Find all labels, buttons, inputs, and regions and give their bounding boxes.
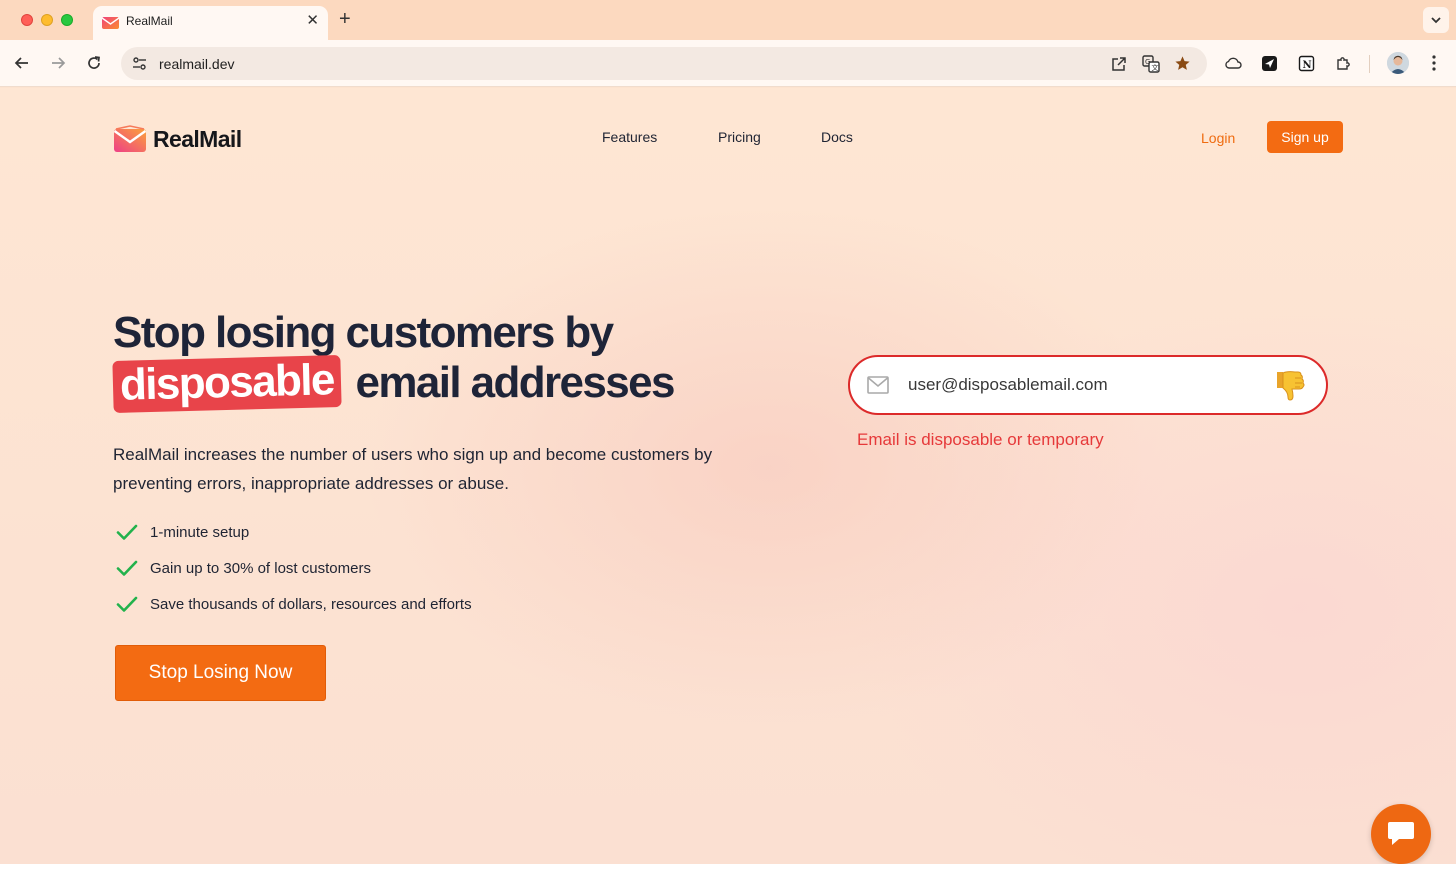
nav-pricing-link[interactable]: Pricing xyxy=(718,129,761,145)
headline-line-1: Stop losing customers by xyxy=(113,308,614,357)
site-settings-icon[interactable] xyxy=(129,53,150,74)
url-text: realmail.dev xyxy=(159,56,235,72)
benefit-list: 1-minute setup Gain up to 30% of lost cu… xyxy=(115,514,472,622)
tab-close-icon[interactable]: ✕ xyxy=(306,12,319,30)
chevron-down-icon xyxy=(1431,17,1441,24)
close-window-button[interactable] xyxy=(21,14,33,26)
extensions-puzzle-icon[interactable] xyxy=(1332,52,1354,74)
svg-text:文: 文 xyxy=(1151,63,1158,72)
thumbs-down-icon xyxy=(1277,371,1305,401)
page-content: RealMail Features Pricing Docs Login Sig… xyxy=(0,88,1456,864)
login-link[interactable]: Login xyxy=(1201,130,1235,146)
signup-button[interactable]: Sign up xyxy=(1267,121,1343,153)
browser-tab-realmail[interactable]: RealMail ✕ xyxy=(93,6,328,40)
brand-name: RealMail xyxy=(153,125,242,152)
cloud-extension-icon[interactable] xyxy=(1222,52,1244,74)
notion-extension-icon[interactable]: N xyxy=(1295,52,1317,74)
bookmark-star-icon[interactable] xyxy=(1172,53,1193,74)
envelope-logo-icon xyxy=(113,125,147,152)
translate-icon[interactable]: G文 xyxy=(1140,53,1161,74)
benefit-item: Gain up to 30% of lost customers xyxy=(115,550,472,586)
checkmark-icon xyxy=(116,596,138,612)
tab-title: RealMail xyxy=(126,14,173,28)
mail-icon xyxy=(867,376,889,394)
highlight-badge: disposable xyxy=(112,355,342,413)
chat-bubble-icon xyxy=(1388,822,1414,845)
benefit-text: Save thousands of dollars, resources and… xyxy=(150,595,472,613)
nav-features-link[interactable]: Features xyxy=(602,129,657,145)
stop-losing-now-button[interactable]: Stop Losing Now xyxy=(115,645,326,701)
benefit-text: 1-minute setup xyxy=(150,523,250,541)
email-error-message: Email is disposable or temporary xyxy=(857,430,1104,449)
open-in-new-icon[interactable] xyxy=(1108,53,1129,74)
maximize-window-button[interactable] xyxy=(61,14,73,26)
chat-widget-button[interactable] xyxy=(1371,804,1431,864)
forward-icon[interactable] xyxy=(47,52,69,74)
hero-description: RealMail increases the number of users w… xyxy=(113,445,713,493)
checkmark-icon xyxy=(116,560,138,576)
email-validation-input[interactable]: user@disposablemail.com xyxy=(848,355,1328,415)
page-bottom-strip xyxy=(0,864,1456,885)
benefit-item: 1-minute setup xyxy=(115,514,472,550)
back-icon[interactable] xyxy=(11,52,33,74)
address-bar[interactable]: realmail.dev G文 xyxy=(121,47,1207,80)
email-input-value: user@disposablemail.com xyxy=(908,375,1108,394)
hero-headline: Stop losing customers by disposable emai… xyxy=(112,308,676,413)
checkmark-icon xyxy=(116,524,138,540)
browser-tab-bar: RealMail ✕ + xyxy=(0,0,1456,40)
send-extension-icon[interactable] xyxy=(1258,52,1280,74)
profile-avatar[interactable] xyxy=(1387,52,1409,74)
nav-docs-link[interactable]: Docs xyxy=(821,129,853,145)
benefit-text: Gain up to 30% of lost customers xyxy=(150,559,371,577)
browser-menu-icon[interactable] xyxy=(1423,52,1445,74)
browser-toolbar: realmail.dev G文 N xyxy=(0,40,1456,87)
tab-search-button[interactable] xyxy=(1423,7,1449,33)
brand-logo[interactable]: RealMail xyxy=(113,125,242,153)
new-tab-button[interactable]: + xyxy=(339,8,351,30)
headline-line-2-rest: email addresses xyxy=(355,358,675,407)
benefit-item: Save thousands of dollars, resources and… xyxy=(115,586,472,622)
minimize-window-button[interactable] xyxy=(41,14,53,26)
toolbar-separator xyxy=(1369,55,1370,73)
svg-text:N: N xyxy=(1302,60,1311,71)
reload-icon[interactable] xyxy=(83,52,105,74)
svg-text:G: G xyxy=(1145,58,1150,66)
headline-line-2: disposable email addresses xyxy=(112,355,676,413)
realmail-favicon-icon xyxy=(102,17,119,29)
